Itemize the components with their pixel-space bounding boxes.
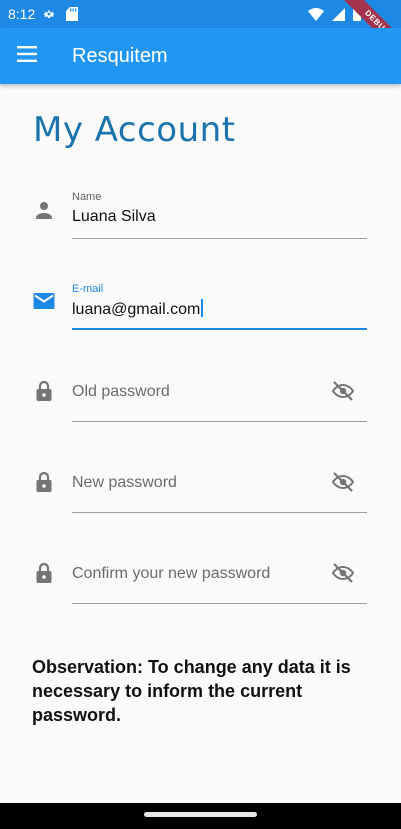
settings-icon bbox=[42, 7, 56, 26]
visibility-off-icon[interactable] bbox=[329, 559, 357, 587]
home-gesture-bar[interactable] bbox=[144, 812, 257, 817]
name-field[interactable]: Name Luana Silva bbox=[0, 185, 401, 265]
app-title: Resquitem bbox=[72, 45, 168, 67]
navigation-bar bbox=[0, 803, 401, 829]
name-label: Name bbox=[72, 191, 102, 203]
email-underline bbox=[72, 328, 367, 330]
name-underline bbox=[72, 238, 367, 239]
confirm-password-field[interactable]: Confirm your new password bbox=[0, 550, 401, 630]
new-password-underline bbox=[72, 512, 367, 513]
visibility-off-icon[interactable] bbox=[329, 468, 357, 496]
menu-button[interactable] bbox=[6, 34, 50, 78]
status-bar: 8:12 DEBUG bbox=[0, 0, 401, 62]
old-password-field[interactable]: Old password bbox=[0, 368, 401, 448]
status-time: 8:12 bbox=[8, 6, 36, 22]
confirm-password-input[interactable]: Confirm your new password bbox=[72, 564, 270, 584]
email-field[interactable]: E-mail luana@gmail.com bbox=[0, 277, 401, 357]
sd-card-icon bbox=[66, 7, 78, 26]
signal-icon bbox=[332, 7, 345, 26]
new-password-input[interactable]: New password bbox=[72, 473, 177, 493]
email-value-wrap[interactable]: luana@gmail.com bbox=[72, 299, 203, 320]
app-bar: Resquitem bbox=[0, 28, 401, 84]
old-password-underline bbox=[72, 421, 367, 422]
wifi-icon bbox=[308, 7, 324, 26]
email-label: E-mail bbox=[72, 283, 104, 295]
visibility-off-icon[interactable] bbox=[329, 377, 357, 405]
menu-icon bbox=[17, 45, 39, 67]
person-icon bbox=[32, 198, 56, 222]
name-value[interactable]: Luana Silva bbox=[72, 207, 156, 227]
old-password-input[interactable]: Old password bbox=[72, 382, 170, 402]
text-cursor bbox=[201, 299, 203, 317]
email-icon bbox=[32, 289, 56, 313]
observation-text: Observation: To change any data it is ne… bbox=[32, 657, 351, 725]
email-value: luana@gmail.com bbox=[72, 301, 201, 318]
lock-icon bbox=[32, 470, 56, 494]
page-title: My Account bbox=[33, 110, 236, 150]
new-password-field[interactable]: New password bbox=[0, 459, 401, 539]
lock-icon bbox=[32, 561, 56, 585]
lock-icon bbox=[32, 379, 56, 403]
confirm-password-underline bbox=[72, 603, 367, 604]
